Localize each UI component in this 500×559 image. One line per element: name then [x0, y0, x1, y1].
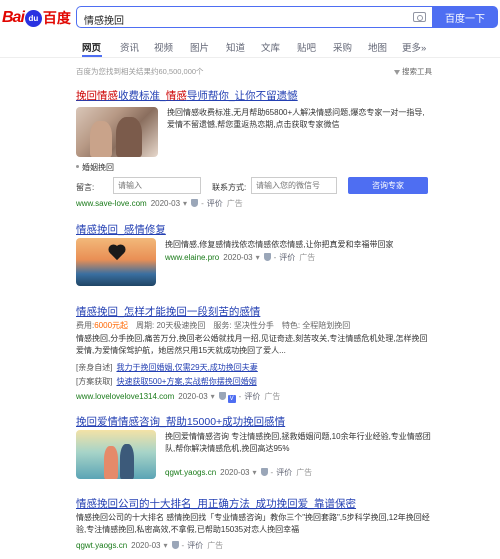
bullet-icon: [76, 165, 79, 168]
review-link[interactable]: 评价: [207, 199, 223, 208]
source-date: 2020-03: [220, 468, 250, 477]
dropdown-icon[interactable]: ▾: [211, 392, 215, 401]
result-title[interactable]: 挽回情感收费标准_情感导师帮你_让你不留遗憾: [76, 88, 298, 103]
form-label-message: 留言:: [76, 183, 95, 192]
verified-icon: V: [227, 395, 236, 403]
dropdown-icon[interactable]: ▾: [253, 468, 257, 477]
source-date: 2020-03: [131, 541, 161, 550]
source-date: 2020-03: [223, 253, 253, 262]
tab-video[interactable]: 视频: [154, 40, 173, 54]
result-sublink: [亲身自述] 我力于挽回婚姻,仅需29天,成功挽回夫妻: [76, 362, 258, 373]
title-part: 收费标准_: [118, 90, 166, 102]
tab-news[interactable]: 资讯: [120, 40, 139, 54]
result-source: www.lovelovelove1314.com 2020-03 ▾ V - 评价 广告: [76, 392, 281, 403]
tab-zhidao[interactable]: 知道: [226, 40, 245, 54]
shield-icon: [191, 199, 199, 207]
search-button[interactable]: 百度一下: [432, 6, 498, 28]
result-source: www.save-love.com 2020-03 ▾ - 评价 广告: [76, 199, 243, 208]
sublink-tag: [亲身自述]: [76, 363, 113, 372]
result-description: 挽回情感,修复感情找依恋情感依恋情感,让你把真爱和幸福带回家: [165, 240, 394, 249]
result-title[interactable]: 情感挽回_感情修复: [76, 222, 166, 237]
sub-link[interactable]: 婚姻挽回: [76, 162, 114, 173]
result-thumbnail[interactable]: [76, 107, 158, 157]
ad-label: 广告: [264, 392, 281, 401]
result-source: qgwt.yaogs.cn 2020-03 ▾ - 评价 广告: [165, 468, 313, 477]
logo-text-right: 百度: [42, 10, 71, 26]
tab-tieba[interactable]: 贴吧: [297, 40, 316, 54]
service-value: 服务: 坚决性分手: [213, 321, 274, 330]
result-title[interactable]: 情感挽回公司的十大排名_用正确方法_成功挽回爱_靠谱保密: [76, 496, 356, 511]
dropdown-icon[interactable]: ▾: [164, 541, 168, 550]
shield-icon: [171, 541, 179, 549]
result-sublink: [方案获取] 快速获取500+方案,实战帮你摆挽回婚姻: [76, 376, 257, 387]
feature-value: 特色: 全程陪划挽回: [281, 321, 351, 330]
tab-images[interactable]: 图片: [190, 40, 209, 54]
heart-icon: [109, 245, 125, 261]
camera-icon[interactable]: [413, 12, 426, 22]
tab-caigou[interactable]: 采购: [333, 40, 352, 54]
search-input[interactable]: 情感挽回: [76, 6, 432, 28]
dropdown-icon[interactable]: ▾: [183, 199, 187, 208]
funnel-icon: [394, 69, 400, 75]
tab-wenku[interactable]: 文库: [261, 40, 280, 54]
form-label-contact: 联系方式:: [212, 183, 247, 192]
ad-label: 广告: [299, 253, 316, 262]
ad-label: 广告: [296, 468, 313, 477]
ad-label: 广告: [207, 541, 224, 550]
sub-link-label: 婚姻挽回: [82, 163, 114, 172]
title-part: 挽回情感: [76, 90, 118, 102]
paw-icon: du: [24, 9, 42, 27]
review-link[interactable]: 评价: [279, 253, 295, 262]
source-date: 2020-03: [150, 199, 181, 208]
source-url[interactable]: www.lovelovelove1314.com: [76, 392, 174, 401]
baidu-logo[interactable]: Bai du 百度: [2, 8, 74, 28]
title-part: 导师帮你_让你不留遗憾: [186, 90, 298, 102]
result-description: 挽回爱情情感咨询 专注情感挽回,拯救婚姻问题,10余年行业经验,专业情感团队,帮…: [165, 432, 431, 453]
search-tools-label: 搜索工具: [402, 67, 432, 76]
review-link[interactable]: 评价: [187, 541, 203, 550]
shield-icon: [218, 392, 226, 400]
source-url[interactable]: www.elaine.pro: [165, 253, 219, 262]
consult-button[interactable]: 咨询专家: [348, 177, 428, 194]
active-tab-indicator: [82, 55, 102, 57]
result-description: 情感挽回,分手挽回,痛苦万分,挽回老公婚就找月一招,见证奇迹,刻苦攻关,专注情感…: [76, 334, 428, 355]
result-title[interactable]: 挽回爱情情感咨询_帮助15000+成功挽回感情: [76, 414, 285, 429]
search-query[interactable]: 情感挽回: [84, 12, 124, 27]
source-url[interactable]: qgwt.yaogs.cn: [165, 468, 216, 477]
title-part: 情感: [165, 90, 187, 102]
wechat-input[interactable]: [251, 177, 337, 194]
tab-more[interactable]: 更多»: [402, 40, 426, 54]
result-source: www.elaine.pro 2020-03 ▾ - 评价 广告: [165, 253, 316, 262]
result-attributes: 费用:6000元起 周期: 20天极速挽回 服务: 坚决性分手 特色: 全程陪划挽回: [76, 320, 350, 331]
nav-tabs: 网页 资讯 视频 图片 知道 文库 贴吧 采购 地图 更多»: [0, 34, 500, 58]
shield-icon: [263, 253, 271, 261]
ad-label: 广告: [226, 199, 243, 208]
fee-value: 6000元起: [94, 321, 129, 330]
source-date: 2020-03: [178, 392, 208, 401]
source-url[interactable]: www.save-love.com: [76, 199, 147, 208]
shield-icon: [260, 468, 268, 476]
sublink[interactable]: 我力于挽回婚姻,仅需29天,成功挽回夫妻: [116, 363, 257, 372]
result-thumbnail[interactable]: [76, 430, 156, 479]
sublink[interactable]: 快速获取500+方案,实战帮你摆挽回婚姻: [116, 377, 256, 386]
header: Bai du 百度 情感挽回 百度一下: [0, 0, 500, 34]
dropdown-icon[interactable]: ▾: [256, 253, 260, 262]
result-description: 情感挽回公司的十大排名 感情挽回找「专业情感咨询」教你三个"挽回套路",5步科学…: [76, 513, 430, 534]
search-tools[interactable]: 搜索工具: [394, 66, 432, 77]
result-source: qgwt.yaogs.cn 2020-03 ▾ - 评价 广告: [76, 541, 224, 550]
source-url[interactable]: qgwt.yaogs.cn: [76, 541, 127, 550]
sublink-tag: [方案获取]: [76, 377, 113, 386]
message-input[interactable]: [113, 177, 201, 194]
review-link[interactable]: 评价: [276, 468, 292, 477]
tab-map[interactable]: 地图: [368, 40, 387, 54]
result-title[interactable]: 情感挽回_怎样才能挽回一段刻苦的感情: [76, 304, 260, 319]
logo-text-left: Bai: [2, 9, 25, 26]
period-value: 周期: 20天极速挽回: [136, 321, 206, 330]
review-link[interactable]: 评价: [244, 392, 260, 401]
fee-label: 费用:: [76, 321, 95, 330]
tab-web[interactable]: 网页: [82, 40, 101, 54]
result-thumbnail[interactable]: [76, 238, 156, 286]
result-count: 百度为您找到相关结果约60,500,000个: [76, 67, 204, 76]
result-description: 挽回情感收费标准,无月帮助65800+人解决情感问题,爆恋专家一对一指导,爱情不…: [167, 108, 425, 129]
